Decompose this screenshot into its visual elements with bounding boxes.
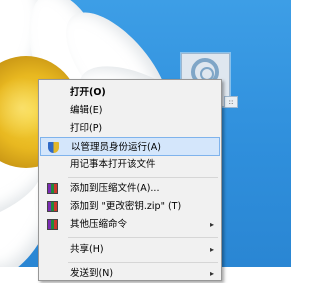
winrar-icon (47, 219, 58, 230)
menu-item-label: 打印(P) (70, 123, 103, 134)
menu-item-add-archive[interactable]: 添加到压缩文件(A)... (40, 179, 220, 198)
menu-item-add-zip[interactable]: 添加到 "更改密钥.zip" (T) (40, 197, 220, 216)
winrar-icon (47, 183, 58, 194)
menu-item-label: 打开(O) (70, 87, 106, 98)
menu-separator (68, 262, 218, 263)
menu-item-label: 编辑(E) (70, 105, 103, 116)
menu-item-run-as-admin[interactable]: 以管理员身份运行(A) (40, 137, 220, 156)
menu-item-label: 其他压缩命令 (70, 219, 128, 230)
menu-item-label: 添加到 "更改密钥.zip" (T) (70, 201, 182, 212)
menu-item-open[interactable]: 打开(O) (40, 83, 220, 102)
uac-shield-icon (48, 142, 59, 153)
winrar-icon (47, 201, 58, 212)
submenu-arrow-icon: ▸ (209, 245, 214, 254)
menu-item-open-notepad[interactable]: 用记事本打开该文件 (40, 155, 220, 174)
menu-separator (68, 237, 218, 238)
menu-item-label: 添加到压缩文件(A)... (70, 183, 160, 194)
menu-item-edit[interactable]: 编辑(E) (40, 101, 220, 120)
file-type-badge-icon: :: (224, 96, 238, 108)
menu-item-label: 用记事本打开该文件 (70, 159, 156, 170)
menu-separator (68, 177, 218, 178)
menu-item-label: 共享(H) (70, 244, 104, 255)
context-menu: 打开(O) 编辑(E) 打印(P) 以管理员身份运行(A) 用记事本打开该文件 … (38, 79, 222, 281)
submenu-arrow-icon: ▸ (209, 220, 214, 229)
menu-item-other-compress[interactable]: 其他压缩命令 ▸ (40, 215, 220, 234)
menu-item-print[interactable]: 打印(P) (40, 119, 220, 138)
menu-item-share[interactable]: 共享(H) ▸ (40, 240, 220, 259)
